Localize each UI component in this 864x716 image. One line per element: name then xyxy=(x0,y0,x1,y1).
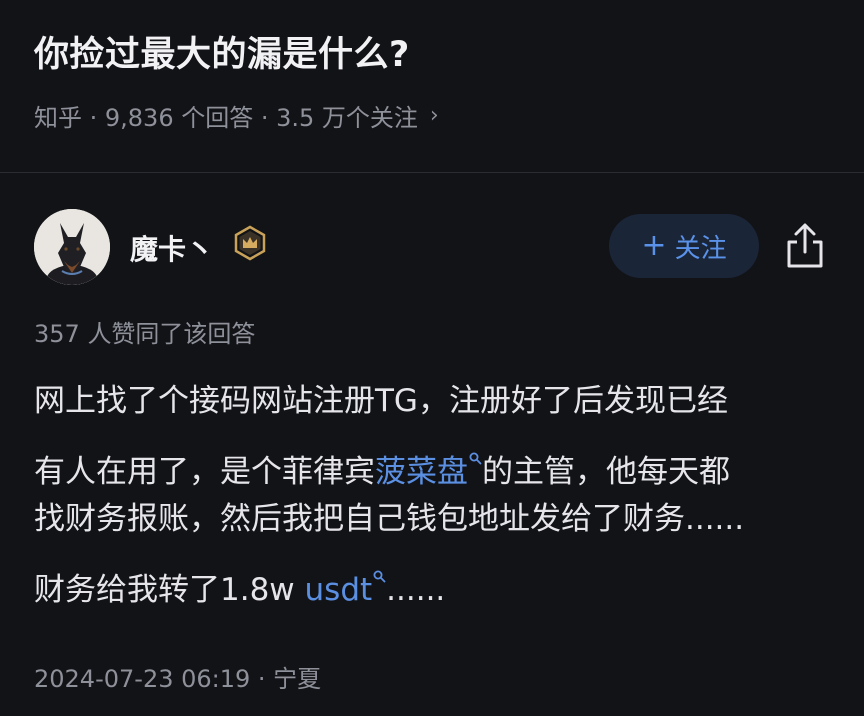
search-icon xyxy=(469,451,482,469)
answer-line: 有人在用了，是个菲律宾菠菜盘 的主管，他每天都 xyxy=(34,431,834,490)
follow-button[interactable]: + 关注 xyxy=(609,214,759,278)
share-button[interactable] xyxy=(783,222,827,270)
keyword-link[interactable]: usdt xyxy=(304,569,387,608)
answer-body[interactable]: 网上找了个接码网站注册TG，注册好了后发现已经 有人在用了，是个菲律宾菠菜盘 的主… xyxy=(34,372,834,608)
question-meta-text: 知乎 · 9,836 个回答 · 3.5 万个关注 xyxy=(34,104,418,132)
keyword-link-text: usdt xyxy=(304,572,373,608)
timestamp: 2024-07-23 06:19 · 宁夏 xyxy=(34,665,322,693)
plus-icon: + xyxy=(641,228,667,263)
search-icon xyxy=(373,569,386,587)
question-title[interactable]: 你捡过最大的漏是什么? xyxy=(34,26,410,77)
question-meta[interactable]: 知乎 · 9,836 个回答 · 3.5 万个关注 › xyxy=(34,98,439,133)
avatar-dog-icon xyxy=(34,209,110,285)
keyword-link[interactable]: 菠菜盘 xyxy=(375,451,482,490)
follow-button-label: 关注 xyxy=(674,233,727,264)
divider xyxy=(0,172,864,173)
answer-line: 网上找了个接码网站注册TG，注册好了后发现已经 xyxy=(34,383,728,419)
answer-text: 的主管，他每天都 xyxy=(482,454,730,490)
answer-line: 找财务报账，然后我把自己钱包地址发给了财务...... xyxy=(34,501,745,537)
chevron-right-icon: › xyxy=(429,103,439,128)
vote-count: 357 人赞同了该回答 xyxy=(34,320,256,348)
answer-line: 财务给我转了1.8w usdt...... xyxy=(34,549,834,608)
answer-text: ...... xyxy=(386,572,446,608)
answer-text: 有人在用了，是个菲律宾 xyxy=(34,454,375,490)
answer-text: 财务给我转了1.8w xyxy=(34,572,305,608)
avatar[interactable] xyxy=(34,209,110,285)
author-name[interactable]: 魔卡丶 xyxy=(130,228,214,268)
keyword-link-text: 菠菜盘 xyxy=(375,454,468,490)
share-icon xyxy=(787,223,823,268)
crown-badge-icon xyxy=(232,225,268,261)
